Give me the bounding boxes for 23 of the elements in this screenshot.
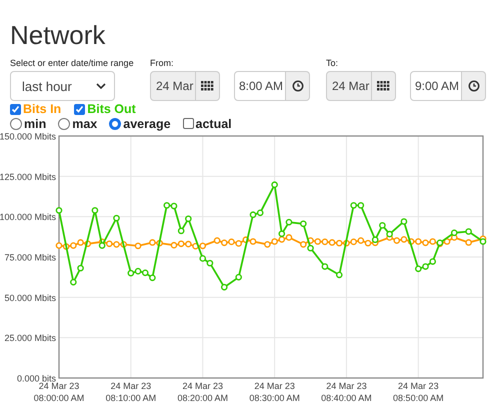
axis-label: 50.000 Mbits (4, 292, 56, 303)
series-toggle-label: Bits In (23, 102, 62, 116)
axis-label: 24 Mar 23 08:20:00 AM (177, 381, 228, 403)
axis-label: 100.000 Mbits (0, 212, 56, 222)
axis-label: 24 Mar 23 08:00:00 AM (34, 381, 84, 403)
axis-label: 25.000 Mbits (4, 333, 56, 344)
series-toggle-label: Bits Out (87, 102, 136, 116)
axis-label: 24 Mar 23 08:30:00 AM (249, 381, 300, 403)
range-label: Select or enter date/time range (10, 57, 134, 69)
axis-label: 75.000 Mbits (4, 252, 56, 262)
page-title: Network (10, 20, 106, 50)
axis-label: 24 Mar 23 08:10:00 AM (106, 381, 156, 403)
axis-label: 24 Mar 23 08:50:00 AM (393, 381, 444, 403)
axis-label: 125.000 Mbits (0, 172, 56, 182)
mode-label: actual (196, 116, 232, 130)
picker-label: To: (326, 57, 338, 69)
mode-label: average (123, 116, 171, 130)
mode-label: max (72, 116, 98, 130)
mode-label: min (24, 116, 46, 130)
axis-label: 24 Mar 23 08:40:00 AM (321, 381, 372, 403)
axis-label: 0.000 bits (16, 374, 56, 384)
picker-label: From: (150, 57, 174, 69)
axis-label: 150.000 Mbits (0, 132, 56, 142)
